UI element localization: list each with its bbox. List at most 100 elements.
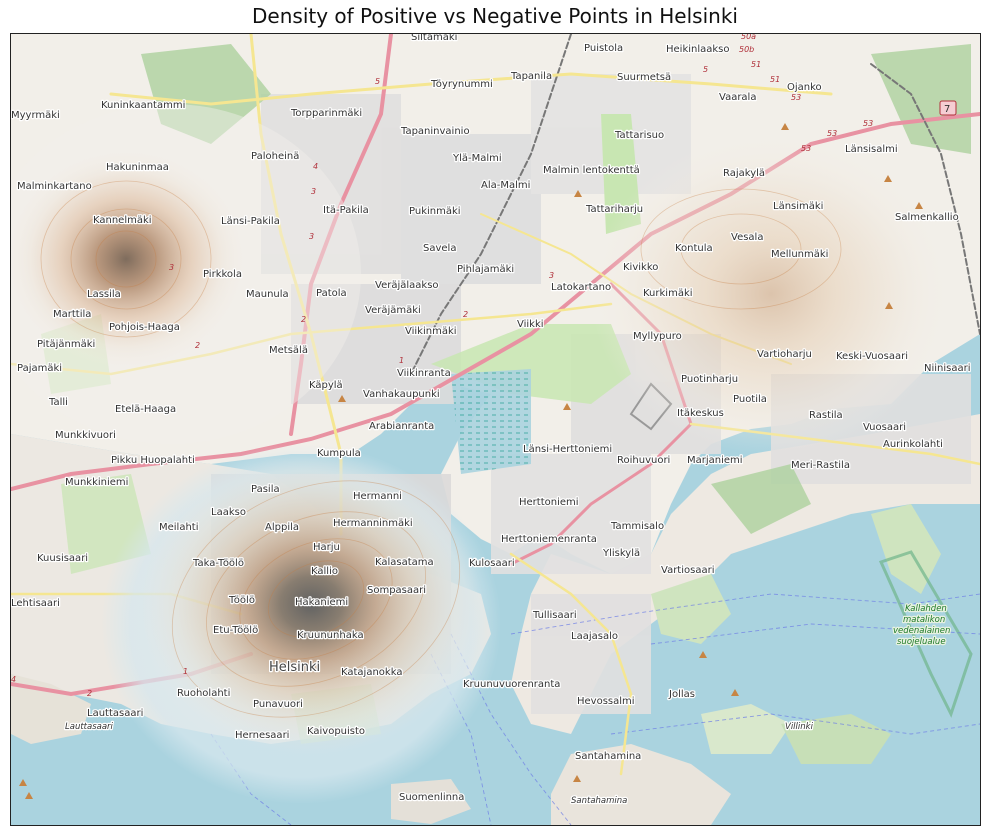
label-vuosaari: Vuosaari bbox=[863, 422, 906, 433]
label-malminkartano: Malminkartano bbox=[17, 181, 92, 192]
label-lauttasaari: Lauttasaari bbox=[87, 708, 143, 719]
label-mellunmaki: Mellunmäki bbox=[771, 249, 828, 260]
label-yla-malmi: Ylä-Malmi bbox=[452, 153, 502, 164]
label-pihlajamaki: Pihlajamäki bbox=[457, 264, 514, 275]
label-suomenlinna: Suomenlinna bbox=[399, 792, 464, 803]
label-lansi-pakila: Länsi-Pakila bbox=[221, 216, 280, 227]
label-pukinmaki: Pukinmäki bbox=[409, 206, 461, 217]
label-tullisaari: Tullisaari bbox=[532, 610, 577, 621]
label-sompasaari: Sompasaari bbox=[367, 585, 426, 596]
label-lansi-herttoniemi: Länsi-Herttoniemi bbox=[523, 444, 612, 455]
chart-title: Density of Positive vs Negative Points i… bbox=[252, 4, 738, 28]
label-hevossalmi: Hevossalmi bbox=[577, 696, 635, 707]
label-kaivopuisto: Kaivopuisto bbox=[307, 726, 365, 737]
label-jollas: Jollas bbox=[668, 689, 695, 700]
road-label-51b: 51 bbox=[770, 75, 780, 84]
road-label-53d: 53 bbox=[801, 144, 811, 153]
label-keski-vuosaari: Keski-Vuosaari bbox=[836, 351, 908, 362]
label-verajalaakso: Veräjälaakso bbox=[375, 280, 439, 291]
road-label-2d: 2 bbox=[87, 689, 92, 698]
label-kallio: Kallio bbox=[311, 566, 338, 577]
basemap[interactable]: Siltamäki Puistola Heikinlaakso Myyrmäki… bbox=[11, 34, 980, 825]
label-aurinkolahti: Aurinkolahti bbox=[883, 439, 943, 450]
label-herttoniemi: Herttoniemi bbox=[519, 497, 579, 508]
label-metsala: Metsälä bbox=[269, 345, 308, 356]
label-kapyla: Käpylä bbox=[309, 380, 343, 391]
label-salmenkallio: Salmenkallio bbox=[895, 212, 959, 223]
road-label-53c: 53 bbox=[827, 129, 837, 138]
label-meilahti: Meilahti bbox=[159, 522, 199, 533]
label-pitajanmaki: Pitäjänmäki bbox=[37, 339, 95, 350]
label-verajamaki: Veräjämäki bbox=[365, 305, 421, 316]
label-arabianranta: Arabianranta bbox=[369, 421, 434, 432]
label-tapanila: Tapanila bbox=[510, 71, 552, 82]
road-label-4b: 4 bbox=[11, 675, 16, 684]
road-label-53b: 53 bbox=[863, 119, 873, 128]
road-label-5b: 5 bbox=[703, 65, 708, 74]
road-label-50a: 50a bbox=[741, 34, 756, 41]
road-label-53a: 53 bbox=[791, 93, 801, 102]
label-siltamaki: Siltamäki bbox=[411, 34, 457, 43]
road-label-2c: 2 bbox=[195, 341, 200, 350]
road-label-3a: 3 bbox=[311, 187, 316, 196]
label-kurkimaki: Kurkimäki bbox=[643, 288, 693, 299]
label-roihuvuori: Roihuvuori bbox=[617, 455, 670, 466]
label-pikku-huopalahti: Pikku Huopalahti bbox=[111, 455, 195, 466]
label-suurmetsa: Suurmetsä bbox=[617, 72, 671, 83]
label-lehtisaari: Lehtisaari bbox=[11, 598, 60, 609]
label-ruoholahti: Ruoholahti bbox=[177, 688, 230, 699]
road-label-5a: 5 bbox=[375, 77, 380, 86]
label-punavuori: Punavuori bbox=[253, 699, 303, 710]
label-munkkivuori: Munkkivuori bbox=[55, 430, 116, 441]
road-label-2a: 2 bbox=[301, 315, 306, 324]
label-patola: Patola bbox=[316, 288, 347, 299]
label-lansisalmi: Länsisalmi bbox=[845, 144, 898, 155]
label-santahamina-italic: Santahamina bbox=[571, 796, 627, 806]
label-paloheina: Paloheinä bbox=[251, 151, 299, 162]
label-toyrynummi: Töyrynummi bbox=[430, 79, 493, 90]
label-santahamina: Santahamina bbox=[575, 751, 641, 762]
label-hakuninmaa: Hakuninmaa bbox=[106, 162, 169, 173]
label-kivikko: Kivikko bbox=[623, 262, 658, 273]
road-label-4a: 4 bbox=[313, 162, 318, 171]
label-talli: Talli bbox=[48, 397, 68, 408]
label-itakeskus: Itäkeskus bbox=[677, 408, 724, 419]
label-kuninkaantammi: Kuninkaantammi bbox=[101, 100, 185, 111]
label-katajanokka: Katajanokka bbox=[341, 667, 402, 678]
label-niinisaari: Niinisaari bbox=[924, 363, 971, 374]
label-viikki: Viikki bbox=[517, 319, 544, 330]
label-helsinki: Helsinki bbox=[269, 660, 320, 675]
label-herttoniemenranta: Herttoniemenranta bbox=[501, 534, 597, 545]
label-munkkiniemi: Munkkiniemi bbox=[65, 477, 128, 488]
label-kallahden-4: suojelualue bbox=[897, 637, 946, 647]
label-vartioharju: Vartioharju bbox=[757, 349, 812, 360]
label-hernesaari: Hernesaari bbox=[235, 730, 289, 741]
label-malmin-lentokentta: Malmin lentokenttä bbox=[543, 165, 640, 176]
label-yliskyla: Yliskylä bbox=[602, 548, 640, 559]
road-label-3b: 3 bbox=[309, 232, 314, 241]
label-tattarisuo: Tattarisuo bbox=[614, 130, 664, 141]
label-laajasalo: Laajasalo bbox=[571, 631, 618, 642]
label-ala-malmi: Ala-Malmi bbox=[481, 180, 530, 191]
label-ojanko: Ojanko bbox=[787, 82, 822, 93]
label-viikinmaki: Viikinmäki bbox=[405, 326, 457, 337]
label-kallahden-2: matalikon bbox=[903, 615, 945, 625]
label-meri-rastila: Meri-Rastila bbox=[791, 460, 850, 471]
label-latokartano: Latokartano bbox=[551, 282, 611, 293]
label-pajamaki: Pajamäki bbox=[17, 363, 62, 374]
label-hermanninmaki: Hermanninmäki bbox=[333, 518, 413, 529]
label-pasila: Pasila bbox=[251, 484, 280, 495]
label-lansimaki: Länsimäki bbox=[773, 201, 823, 212]
road-label-50b: 50b bbox=[739, 45, 754, 54]
label-marjaniemi: Marjaniemi bbox=[687, 455, 743, 466]
road-label-3c: 3 bbox=[549, 271, 554, 280]
label-kallahden-1: Kallahden bbox=[905, 604, 947, 614]
label-laakso: Laakso bbox=[211, 507, 246, 518]
label-etela-haaga: Etelä-Haaga bbox=[115, 404, 176, 415]
label-kuusisaari: Kuusisaari bbox=[37, 553, 88, 564]
map-frame[interactable]: Siltamäki Puistola Heikinlaakso Myyrmäki… bbox=[10, 33, 981, 826]
label-viikinranta: Viikinranta bbox=[397, 368, 451, 379]
label-maunula: Maunula bbox=[246, 289, 289, 300]
label-puotinharju: Puotinharju bbox=[681, 374, 738, 385]
label-kalasatama: Kalasatama bbox=[375, 557, 434, 568]
